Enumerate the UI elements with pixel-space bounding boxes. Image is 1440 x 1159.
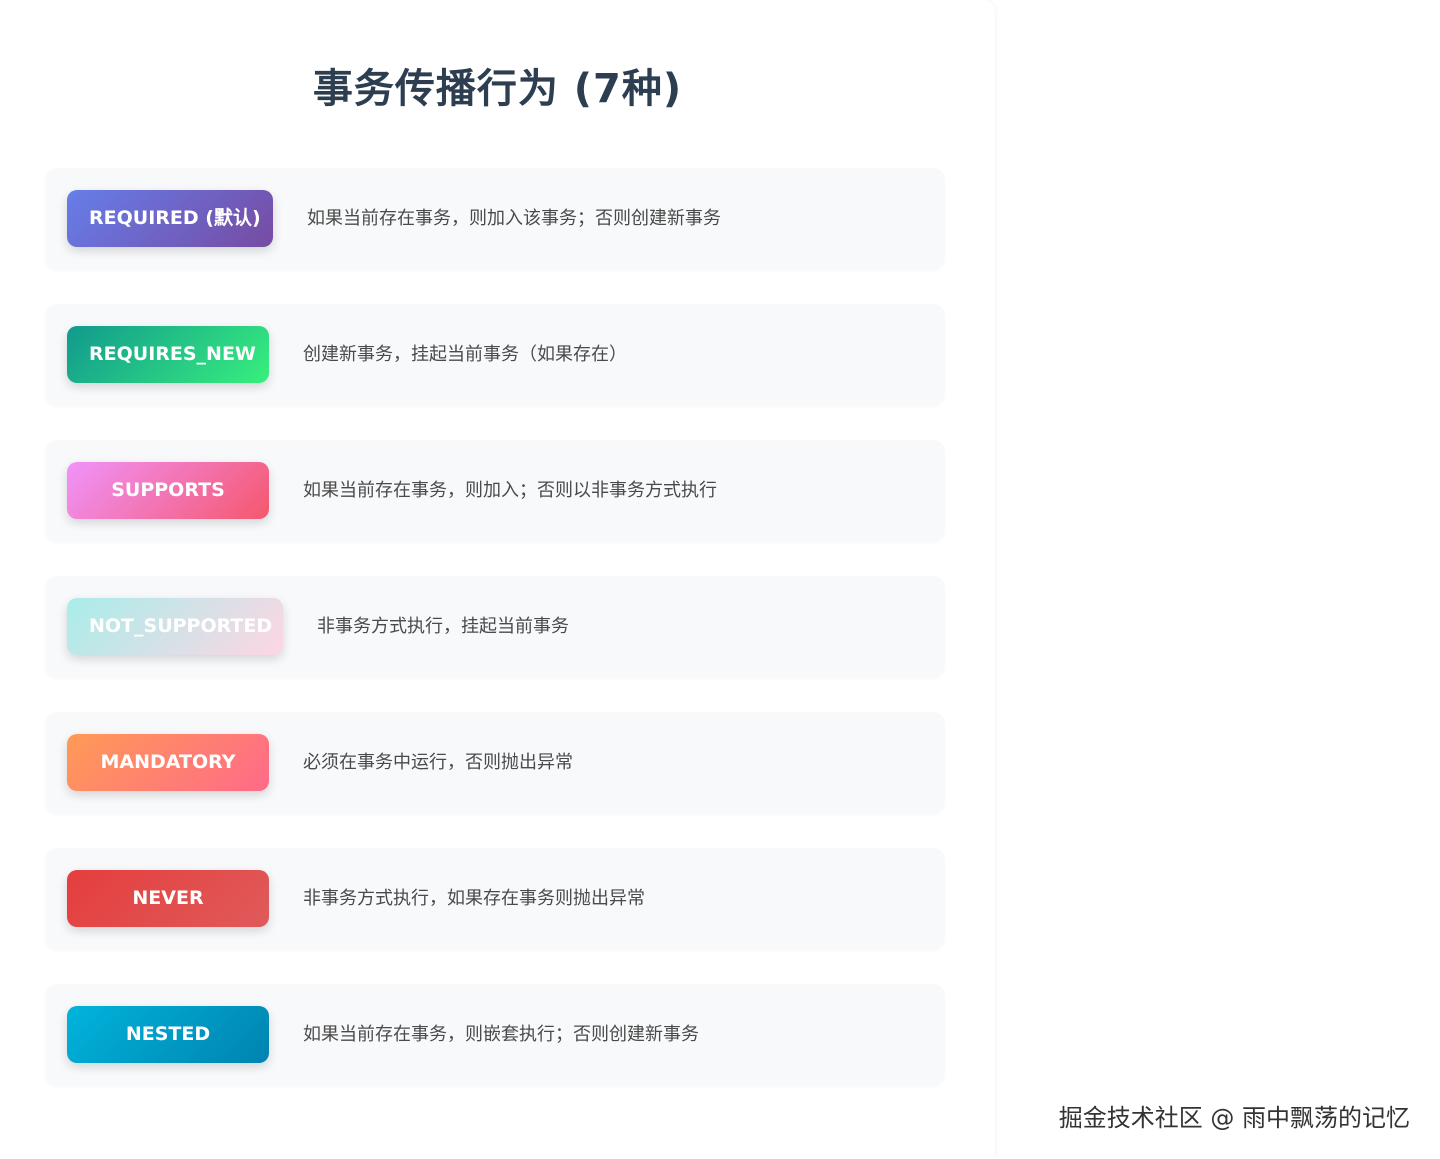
description-mandatory: 必须在事务中运行，否则抛出异常 [303, 752, 573, 773]
propagation-row-nested: NESTED 如果当前存在事务，则嵌套执行；否则创建新事务 [45, 984, 945, 1086]
description-requires-new: 创建新事务，挂起当前事务（如果存在） [303, 344, 627, 365]
propagation-row-supports: SUPPORTS 如果当前存在事务，则加入；否则以非事务方式执行 [45, 440, 945, 542]
badge-never: NEVER [67, 870, 269, 927]
watermark: 掘金技术社区 @ 雨中飘荡的记忆 [1058, 1104, 1410, 1132]
badge-required: REQUIRED (默认) [67, 190, 273, 247]
description-never: 非事务方式执行，如果存在事务则抛出异常 [303, 888, 645, 909]
propagation-row-required: REQUIRED (默认) 如果当前存在事务，则加入该事务；否则创建新事务 [45, 168, 945, 270]
propagation-row-not-supported: NOT_SUPPORTED 非事务方式执行，挂起当前事务 [45, 576, 945, 678]
propagation-row-requires-new: REQUIRES_NEW 创建新事务，挂起当前事务（如果存在） [45, 304, 945, 406]
badge-not-supported: NOT_SUPPORTED [67, 598, 283, 655]
propagation-panel: 事务传播行为 (7种) REQUIRED (默认) 如果当前存在事务，则加入该事… [0, 0, 995, 1159]
description-required: 如果当前存在事务，则加入该事务；否则创建新事务 [307, 208, 721, 229]
propagation-row-mandatory: MANDATORY 必须在事务中运行，否则抛出异常 [45, 712, 945, 814]
page-title: 事务传播行为 (7种) [312, 66, 683, 112]
badge-requires-new: REQUIRES_NEW [67, 326, 269, 383]
propagation-row-never: NEVER 非事务方式执行，如果存在事务则抛出异常 [45, 848, 945, 950]
badge-nested: NESTED [67, 1006, 269, 1063]
badge-mandatory: MANDATORY [67, 734, 269, 791]
description-not-supported: 非事务方式执行，挂起当前事务 [317, 616, 569, 637]
description-supports: 如果当前存在事务，则加入；否则以非事务方式执行 [303, 480, 717, 501]
badge-supports: SUPPORTS [67, 462, 269, 519]
description-nested: 如果当前存在事务，则嵌套执行；否则创建新事务 [303, 1024, 699, 1045]
